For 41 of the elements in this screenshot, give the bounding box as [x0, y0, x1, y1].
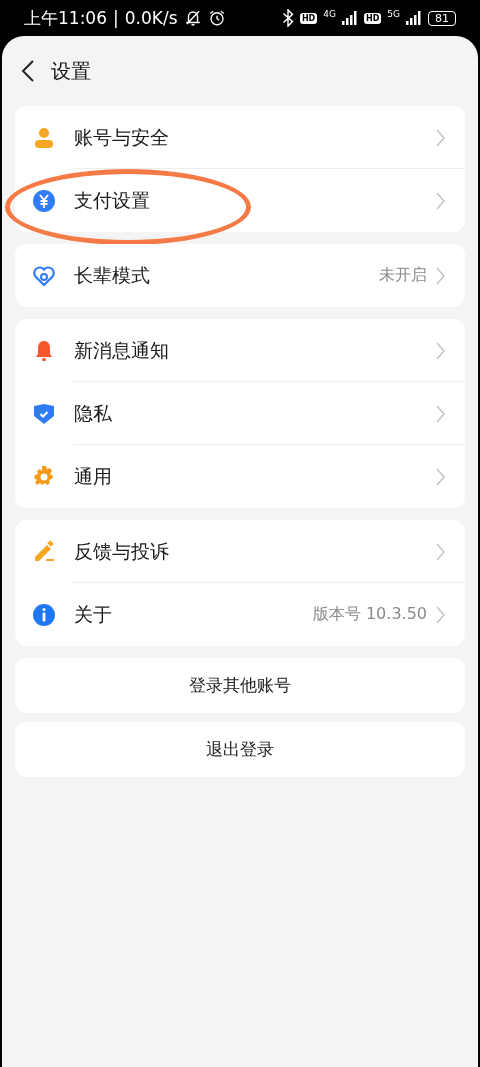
hd-badge: HD — [363, 12, 382, 24]
chevron-right-icon — [435, 340, 445, 361]
alarm-icon — [207, 9, 226, 27]
battery-level: 81 — [428, 10, 456, 26]
setting-label[interactable]: 隐私 — [74, 400, 435, 427]
network-speed: 0.0K/s — [124, 8, 178, 28]
signal-icon — [341, 11, 358, 25]
account-button[interactable]: 退出登录 — [15, 722, 465, 777]
network-type: 5G — [387, 9, 400, 19]
chevron-right-icon — [435, 190, 445, 211]
person-icon — [32, 125, 56, 150]
setting-label[interactable]: 关于 — [74, 601, 313, 628]
status-separator: | — [113, 8, 119, 28]
setting-value: 版本号 10.3.50 — [312, 604, 427, 625]
setting-label[interactable]: 通用 — [74, 463, 435, 490]
chevron-right-icon — [435, 403, 445, 424]
chevron-right-icon — [435, 604, 445, 625]
network-type: 4G — [323, 9, 336, 19]
chevron-right-icon — [435, 466, 445, 487]
back-icon[interactable] — [21, 59, 35, 83]
setting-label[interactable]: 支付设置 — [74, 187, 435, 214]
setting-label[interactable]: 长辈模式 — [74, 262, 379, 289]
bluetooth-icon — [281, 9, 294, 27]
hd-badge: HD — [299, 12, 318, 24]
status-time: 上午11:06 — [24, 6, 107, 30]
page-title: 设置 — [51, 57, 91, 85]
chevron-right-icon — [435, 265, 445, 286]
setting-value: 未开启 — [379, 265, 427, 286]
setting-label[interactable]: 反馈与投诉 — [74, 538, 435, 565]
heart-icon — [32, 263, 56, 288]
account-button[interactable]: 登录其他账号 — [15, 658, 465, 713]
chevron-right-icon — [435, 127, 445, 148]
chevron-right-icon — [435, 541, 445, 562]
setting-label[interactable]: 新消息通知 — [74, 337, 435, 364]
shield-icon — [32, 401, 56, 426]
info-icon — [32, 602, 56, 627]
signal-icon — [406, 11, 422, 25]
pencil-icon — [32, 539, 56, 564]
yen-icon — [32, 188, 56, 213]
bell-off-icon — [183, 9, 202, 27]
setting-label[interactable]: 账号与安全 — [74, 124, 435, 151]
